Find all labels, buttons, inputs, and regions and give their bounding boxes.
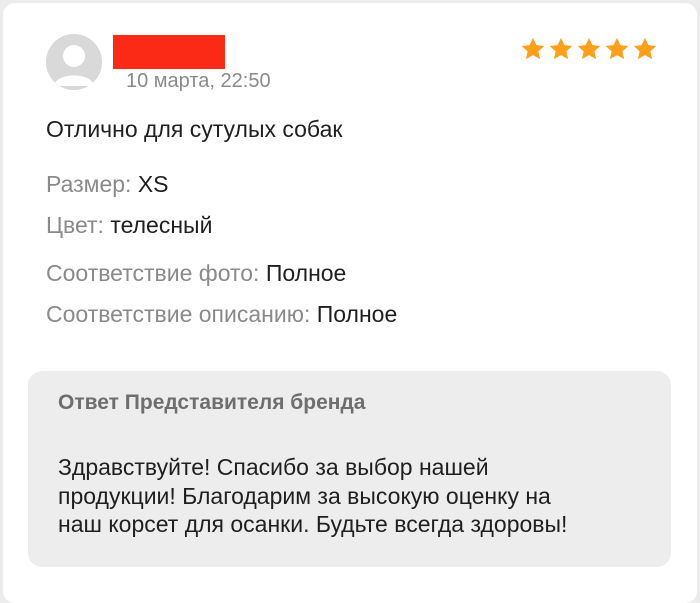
attribute-size-label: Размер: bbox=[46, 171, 132, 197]
star-rating bbox=[519, 35, 659, 63]
author-name-redacted bbox=[113, 35, 225, 69]
brand-reply-line: наш корсет для осанки. Будьте всегда здо… bbox=[58, 511, 568, 537]
brand-reply-line: продукции! Благодарим за высокую оценку … bbox=[58, 482, 551, 509]
user-silhouette-icon bbox=[46, 34, 102, 90]
attribute-photo-match-label: Соответствие фото: bbox=[46, 260, 260, 286]
brand-reply-text: Здравствуйте! Спасибо за выбор нашей про… bbox=[58, 453, 658, 539]
attribute-size-value: XS bbox=[137, 171, 169, 197]
brand-reply: Ответ Представителя бренда Здравствуйте!… bbox=[28, 371, 671, 567]
review-text: Отлично для сутулых собак bbox=[46, 116, 343, 142]
star-icon bbox=[605, 37, 629, 60]
star-icon bbox=[521, 37, 545, 60]
attribute-photo-match-value: Полное bbox=[265, 260, 347, 286]
brand-reply-title: Ответ Представителя бренда bbox=[58, 391, 366, 414]
star-icon bbox=[633, 37, 657, 60]
attribute-description-match-label: Соответствие описанию: bbox=[46, 301, 311, 327]
brand-reply-line: Здравствуйте! Спасибо за выбор нашей bbox=[58, 454, 489, 480]
attribute-photo-match: Соответствие фото: Полное bbox=[46, 259, 346, 287]
star-icon bbox=[549, 37, 573, 60]
attribute-color-value: телесный bbox=[110, 212, 213, 238]
attribute-color-label: Цвет: bbox=[46, 212, 104, 238]
avatar[interactable] bbox=[46, 34, 102, 90]
attribute-color: Цвет: телесный bbox=[46, 211, 212, 239]
attribute-description-match: Соответствие описанию: Полное bbox=[46, 300, 397, 328]
review-date: 10 марта, 22:50 bbox=[126, 70, 271, 92]
star-icon bbox=[577, 37, 601, 60]
attribute-description-match-value: Полное bbox=[316, 301, 398, 327]
attribute-size: Размер: XS bbox=[46, 170, 169, 198]
